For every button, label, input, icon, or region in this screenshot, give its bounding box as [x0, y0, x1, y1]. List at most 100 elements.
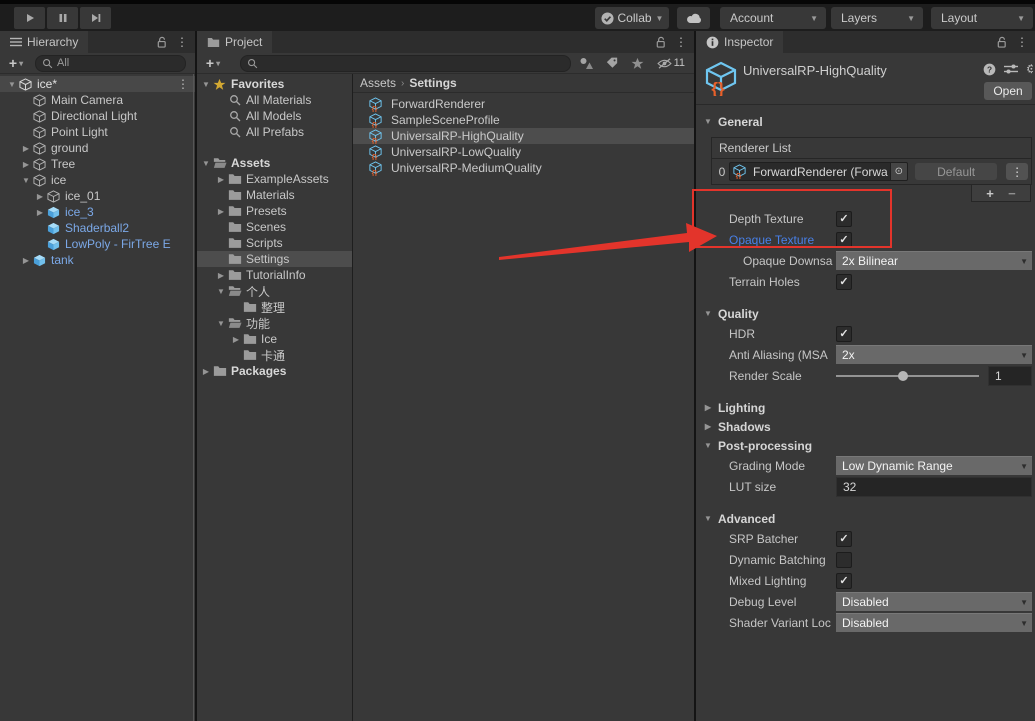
- asset-row[interactable]: {}UniversalRP-LowQuality: [353, 144, 694, 160]
- panel-menu-icon[interactable]: ⋮: [1016, 35, 1028, 49]
- search-by-type-icon[interactable]: [579, 57, 593, 70]
- foldout-open-icon[interactable]: ▼: [200, 159, 212, 168]
- foldout-closed-icon[interactable]: ▶: [200, 367, 212, 376]
- project-tree-row[interactable]: ▶Packages: [197, 363, 352, 379]
- foldout-closed-icon[interactable]: ▶: [230, 335, 242, 344]
- collab-button[interactable]: Collab ▼: [595, 7, 669, 29]
- object-picker-icon[interactable]: ⊙: [890, 163, 907, 180]
- hierarchy-row[interactable]: ▼ice: [0, 172, 195, 188]
- hierarchy-scrollbar[interactable]: [193, 74, 194, 721]
- set-default-button[interactable]: Default: [915, 163, 998, 180]
- renderer-list-row[interactable]: 0{}ForwardRenderer (Forwar⊙Default⋮: [712, 159, 1031, 184]
- step-button[interactable]: [80, 7, 111, 29]
- presets-icon[interactable]: [1004, 63, 1018, 75]
- gear-icon[interactable]: ⚙: [1026, 62, 1033, 76]
- layers-dropdown[interactable]: Layers ▼: [831, 7, 923, 29]
- asset-row[interactable]: {}UniversalRP-HighQuality: [353, 128, 694, 144]
- search-by-label-icon[interactable]: [606, 57, 618, 69]
- slider-value-field[interactable]: 1: [988, 366, 1032, 386]
- hierarchy-row[interactable]: Directional Light: [0, 108, 195, 124]
- project-tree-row[interactable]: 整理: [197, 299, 352, 315]
- project-tree-row[interactable]: All Models: [197, 108, 352, 124]
- play-button[interactable]: [14, 7, 45, 29]
- panel-menu-icon[interactable]: ⋮: [675, 35, 687, 49]
- foldout-open-icon[interactable]: ▼: [702, 309, 714, 318]
- panel-menu-icon[interactable]: ⋮: [176, 35, 188, 49]
- tab-hierarchy[interactable]: Hierarchy: [0, 31, 88, 53]
- foldout-open-icon[interactable]: ▼: [215, 287, 227, 296]
- project-tree-row[interactable]: ▶Presets: [197, 203, 352, 219]
- foldout-closed-icon[interactable]: ▶: [20, 256, 32, 265]
- slider-handle[interactable]: [898, 371, 908, 381]
- checkbox[interactable]: ✓: [836, 211, 852, 227]
- lock-icon[interactable]: [996, 36, 1007, 49]
- project-tree-row[interactable]: ▼个人: [197, 283, 352, 299]
- checkbox[interactable]: ✓: [836, 232, 852, 248]
- breadcrumb-current[interactable]: Settings: [409, 76, 456, 90]
- foldout-closed-icon[interactable]: ▶: [702, 422, 714, 431]
- favorites-star-icon[interactable]: [631, 57, 644, 70]
- field-label[interactable]: Opaque Texture: [729, 233, 836, 247]
- foldout-open-icon[interactable]: ▼: [215, 319, 227, 328]
- asset-row[interactable]: {}ForwardRenderer: [353, 96, 694, 112]
- project-tree-row[interactable]: Scripts: [197, 235, 352, 251]
- hierarchy-search-input[interactable]: All: [35, 55, 186, 72]
- foldout-open-icon[interactable]: ▼: [702, 441, 714, 450]
- foldout-closed-icon[interactable]: ▶: [215, 207, 227, 216]
- dropdown[interactable]: Disabled▼: [836, 613, 1032, 632]
- checkbox[interactable]: [836, 552, 852, 568]
- foldout-open-icon[interactable]: ▼: [200, 80, 212, 89]
- foldout-closed-icon[interactable]: ▶: [20, 160, 32, 169]
- slider-track[interactable]: [836, 375, 979, 377]
- dropdown[interactable]: Disabled▼: [836, 592, 1032, 611]
- cloud-button[interactable]: [677, 7, 710, 29]
- foldout-open-icon[interactable]: ▼: [20, 176, 32, 185]
- project-tree-row[interactable]: ▼功能: [197, 315, 352, 331]
- add-renderer-button[interactable]: +: [986, 186, 994, 201]
- create-asset-button[interactable]: +▾: [200, 56, 226, 71]
- hierarchy-row[interactable]: LowPoly - FirTree E: [0, 236, 195, 252]
- project-tree-row[interactable]: ▶TutorialInfo: [197, 267, 352, 283]
- hierarchy-row[interactable]: Shaderball2: [0, 220, 195, 236]
- foldout-closed-icon[interactable]: ▶: [20, 144, 32, 153]
- hierarchy-row[interactable]: ▶ice_3: [0, 204, 195, 220]
- hierarchy-row[interactable]: ▶tank: [0, 252, 195, 268]
- tab-project[interactable]: Project: [197, 31, 272, 53]
- checkbox[interactable]: ✓: [836, 573, 852, 589]
- project-tree-row[interactable]: 卡通: [197, 347, 352, 363]
- help-icon[interactable]: ?: [983, 63, 996, 76]
- foldout-closed-icon[interactable]: ▶: [215, 175, 227, 184]
- hierarchy-scene-row[interactable]: ▼ice*⋮: [0, 76, 195, 92]
- project-tree-row[interactable]: ▼Assets: [197, 155, 352, 171]
- breadcrumb-root[interactable]: Assets: [360, 76, 396, 90]
- project-tree-row[interactable]: All Prefabs: [197, 124, 352, 140]
- section-header-general[interactable]: ▼General: [696, 112, 1035, 131]
- pause-button[interactable]: [47, 7, 78, 29]
- text-field[interactable]: 32: [836, 477, 1032, 497]
- renderer-menu-button[interactable]: ⋮: [1006, 163, 1028, 180]
- create-object-button[interactable]: +▾: [3, 56, 29, 71]
- project-tree-row[interactable]: Settings: [197, 251, 352, 267]
- project-tree-row[interactable]: ▶ExampleAssets: [197, 171, 352, 187]
- asset-row[interactable]: {}UniversalRP-MediumQuality: [353, 160, 694, 176]
- dropdown[interactable]: 2x Bilinear▼: [836, 251, 1032, 270]
- hierarchy-row[interactable]: ▶Tree: [0, 156, 195, 172]
- dropdown[interactable]: Low Dynamic Range▼: [836, 456, 1032, 475]
- project-tree-row[interactable]: ▼Favorites: [197, 76, 352, 92]
- foldout-closed-icon[interactable]: ▶: [34, 208, 46, 217]
- section-header-advanced[interactable]: ▼Advanced: [696, 509, 1035, 528]
- checkbox[interactable]: ✓: [836, 326, 852, 342]
- checkbox[interactable]: ✓: [836, 531, 852, 547]
- section-header-shadows[interactable]: ▶Shadows: [696, 417, 1035, 436]
- section-header-post-processing[interactable]: ▼Post-processing: [696, 436, 1035, 455]
- project-tree-row[interactable]: ▶Ice: [197, 331, 352, 347]
- project-tree-row[interactable]: Materials: [197, 187, 352, 203]
- hierarchy-row[interactable]: ▶ice_01: [0, 188, 195, 204]
- dropdown[interactable]: 2x▼: [836, 345, 1032, 364]
- lock-icon[interactable]: [655, 36, 666, 49]
- section-header-lighting[interactable]: ▶Lighting: [696, 398, 1035, 417]
- project-search-input[interactable]: [240, 55, 571, 72]
- open-button[interactable]: Open: [984, 82, 1032, 100]
- project-tree-row[interactable]: Scenes: [197, 219, 352, 235]
- tab-inspector[interactable]: Inspector: [696, 31, 783, 53]
